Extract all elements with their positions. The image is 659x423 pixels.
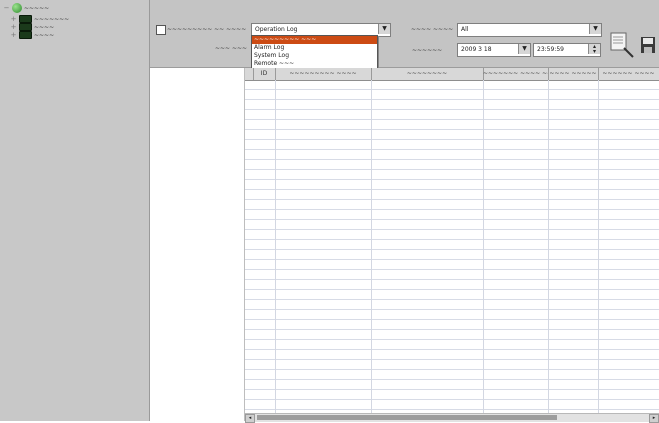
field1-value: All — [461, 26, 469, 33]
collapse-icon[interactable]: − — [3, 4, 10, 12]
field1-label: ~~~~ ~~~~ — [411, 26, 454, 33]
tree-device-item[interactable]: + ~~~~ — [10, 31, 54, 39]
expand-icon[interactable]: + — [10, 23, 17, 31]
chevron-down-icon[interactable]: ▼ — [518, 44, 530, 54]
log-type-value: Operation Log — [255, 26, 298, 33]
column-divider — [371, 80, 372, 413]
dropdown-option[interactable]: ~~~~~~~~~ ~~~ — [252, 36, 377, 44]
log-type-dropdown: ~~~~~~~~~ ~~~ Alarm Log System Log Remot… — [251, 35, 378, 69]
expand-icon[interactable]: + — [10, 31, 17, 39]
device-tree-panel: − ~~~~~ + ~~~~~~~ + ~~~~ + ~~~~ — [0, 0, 150, 421]
time-value: 23:59:59 — [537, 46, 564, 53]
column-divider — [275, 80, 276, 413]
tree-device-item[interactable]: + ~~~~~~~ — [10, 15, 69, 23]
field2-label: ~~~~~~ — [412, 47, 443, 54]
device-icon — [19, 31, 32, 39]
column-divider — [598, 80, 599, 413]
column-header[interactable]: ~~~~~~~ ~~~~ ~~~~ — [483, 68, 549, 80]
tree-root-label: ~~~~~ — [24, 4, 50, 12]
column-header[interactable]: ID — [253, 68, 276, 80]
dropdown-option[interactable]: System Log — [252, 52, 377, 60]
dropdown-option[interactable]: Remote ~~~ — [252, 60, 377, 68]
scroll-left-icon[interactable]: ◂ — [245, 414, 255, 423]
log-checkbox-label: ~~~~~~~~~ ~~ ~~~~ — [167, 26, 247, 33]
device-icon — [19, 15, 32, 23]
expand-icon[interactable]: + — [10, 15, 17, 23]
tree-device-label: ~~~~ — [34, 23, 55, 31]
tree-device-label: ~~~~~~~ — [34, 15, 70, 23]
column-divider — [483, 80, 484, 413]
grid-body[interactable] — [245, 80, 659, 413]
left-list-panel — [150, 68, 245, 421]
column-divider — [548, 80, 549, 413]
tree-device-item[interactable]: + ~~~~ — [10, 23, 54, 31]
column-header[interactable]: ~~~~~~~~~ ~~~~ — [275, 68, 372, 80]
log-toolbar: ~~~~~~~~~ ~~ ~~~~ ~~~ ~~~ Operation Log … — [150, 0, 659, 69]
search-icon[interactable] — [609, 30, 635, 58]
scroll-right-icon[interactable]: ▸ — [649, 414, 659, 423]
root-globe-icon — [12, 3, 22, 13]
time-picker[interactable]: 23:59:59 ▴ ▾ — [533, 43, 601, 57]
save-disk-icon[interactable] — [640, 35, 657, 55]
column-header[interactable]: ~~~~~~~~ — [371, 68, 484, 80]
log-checkbox[interactable] — [156, 25, 166, 35]
tree-root[interactable]: − ~~~~~ — [3, 3, 49, 13]
column-header[interactable]: ~~~~ ~~~~~ — [548, 68, 599, 80]
spin-arrows-icon[interactable]: ▴ ▾ — [588, 44, 600, 55]
date-value: 2009 3 18 — [461, 46, 492, 53]
log-type-label: ~~~ ~~~ — [215, 45, 248, 52]
date-picker[interactable]: 2009 3 18 ▼ — [457, 43, 531, 57]
dropdown-option[interactable]: Alarm Log — [252, 44, 377, 52]
scroll-thumb[interactable] — [257, 415, 557, 420]
tree-device-label: ~~~~ — [34, 31, 55, 39]
field1-select[interactable]: All ▼ — [457, 23, 602, 37]
device-icon — [19, 23, 32, 31]
chevron-down-icon[interactable]: ▼ — [589, 24, 601, 34]
chevron-down-icon[interactable]: ▼ — [378, 24, 390, 34]
column-header[interactable]: ~~~~~~ ~~~~ — [598, 68, 659, 80]
log-grid: ID ~~~~~~~~~ ~~~~ ~~~~~~~~ ~~~~~~~ ~~~~ … — [245, 68, 659, 423]
